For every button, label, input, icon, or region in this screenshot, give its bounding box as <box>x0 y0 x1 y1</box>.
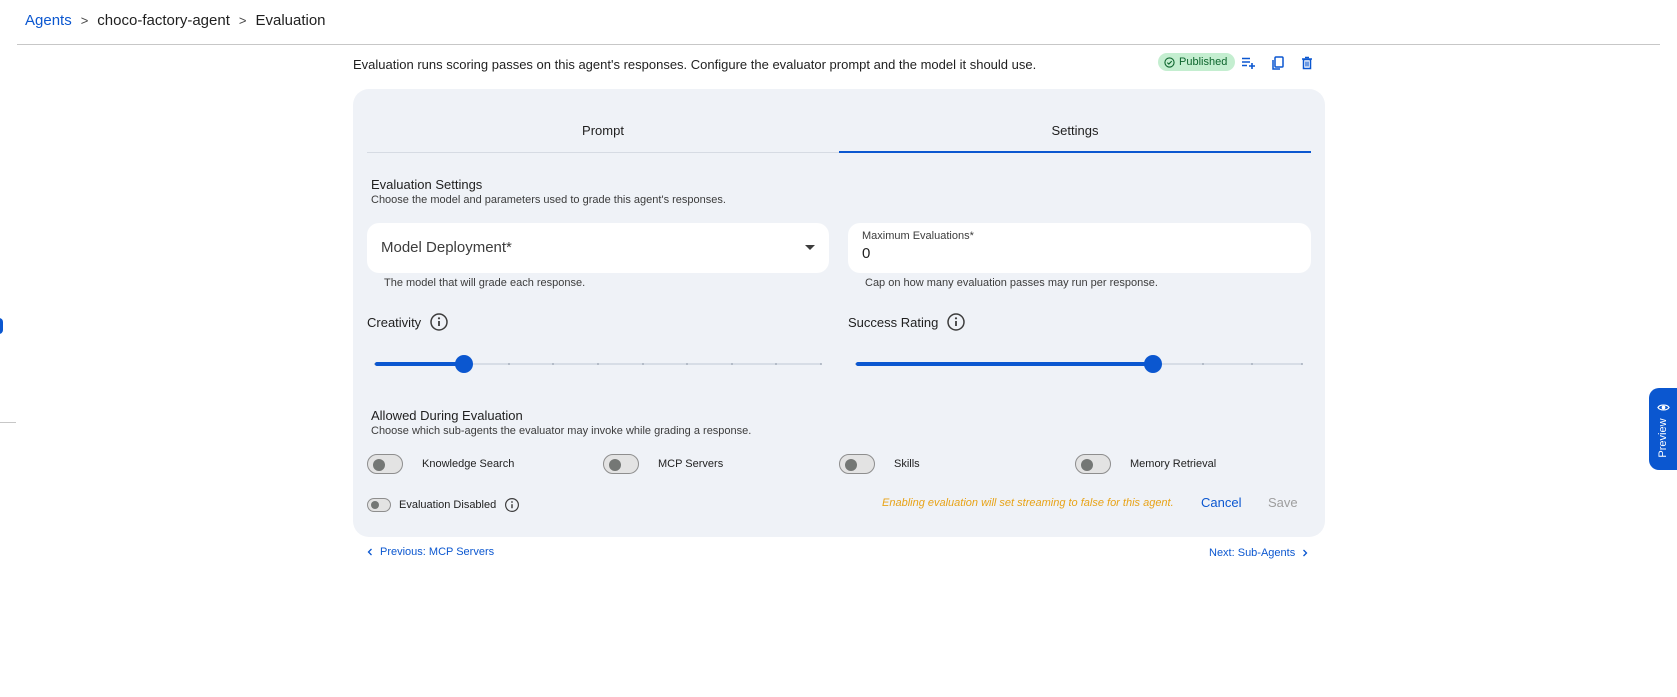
evaluation-page: Agents > choco-factory-agent > Evaluatio… <box>0 0 1677 697</box>
allowed-during-evaluation-subtitle: Choose which sub-agents the evaluator ma… <box>371 425 752 437</box>
toggle-evaluation-disabled[interactable]: Evaluation Disabled <box>367 497 520 513</box>
toggle-knob <box>609 459 621 471</box>
tab-settings[interactable]: Settings <box>839 109 1311 153</box>
evaluation-disabled-label: Evaluation Disabled <box>399 499 497 511</box>
slider-tick <box>1201 363 1204 365</box>
toggle-switch[interactable] <box>839 454 875 474</box>
slider-fill <box>375 362 465 366</box>
slider-tick <box>641 363 644 365</box>
model-deployment-select[interactable]: Model Deployment* <box>367 223 829 273</box>
creativity-label-text: Creativity <box>367 314 422 330</box>
slider-tick <box>597 363 599 365</box>
preview-label: Preview <box>1657 418 1669 458</box>
success-rating-label-text: Success Rating <box>848 314 939 330</box>
toggle-switch[interactable] <box>367 454 403 474</box>
eye-icon <box>1657 404 1670 411</box>
toggle-label: MCP Servers <box>658 458 724 470</box>
preview-panel-toggle[interactable]: Preview <box>1649 388 1677 470</box>
slider-thumb[interactable] <box>455 355 474 373</box>
page-header: Evaluation runs scoring passes on this a… <box>353 53 1325 77</box>
delete-icon[interactable] <box>1297 53 1317 73</box>
toggle-knob <box>373 459 385 471</box>
success-rating-slider[interactable] <box>855 354 1303 374</box>
playlist-add-icon[interactable] <box>1238 53 1258 73</box>
cancel-button[interactable]: Cancel <box>1201 495 1241 510</box>
evaluation-settings-subtitle: Choose the model and parameters used to … <box>371 194 726 206</box>
toggle-switch[interactable] <box>367 498 391 512</box>
toggle-switch[interactable] <box>1075 454 1111 474</box>
left-panel-divider <box>0 422 16 423</box>
toggle-memory-retrieval[interactable]: Memory Retrieval <box>1075 454 1216 474</box>
previous-step-link[interactable]: Previous: MCP Servers <box>366 546 494 558</box>
toggle-label: Knowledge Search <box>422 458 515 470</box>
model-deployment-label: Model Deployment* <box>381 239 512 256</box>
evaluation-card: Prompt Settings Evaluation Settings Choo… <box>353 89 1325 537</box>
slider-tick <box>507 363 510 365</box>
maximum-evaluations-field[interactable]: Maximum Evaluations* <box>848 223 1311 273</box>
breadcrumb-separator: > <box>80 13 89 28</box>
tab-label: Prompt <box>582 123 624 138</box>
next-step-link[interactable]: Next: Sub-Agents <box>1209 547 1309 559</box>
toggle-knob <box>845 459 857 471</box>
copy-icon[interactable] <box>1268 53 1288 73</box>
page-description: Evaluation runs scoring passes on this a… <box>353 57 1037 72</box>
toggle-switch[interactable] <box>603 454 639 474</box>
top-bar: Agents > choco-factory-agent > Evaluatio… <box>17 0 1660 45</box>
toggle-mcp-servers[interactable]: MCP Servers <box>603 454 723 474</box>
toggle-knob <box>371 501 379 509</box>
success-rating-label: Success Rating <box>848 312 966 332</box>
creativity-slider[interactable] <box>374 354 822 374</box>
toggle-knob <box>1081 459 1093 471</box>
toggle-label: Memory Retrieval <box>1130 458 1217 470</box>
chevron-left-icon <box>367 548 372 556</box>
breadcrumb: Agents > choco-factory-agent > Evaluatio… <box>25 12 326 29</box>
breadcrumb-agent-name[interactable]: choco-factory-agent <box>97 12 230 29</box>
breadcrumb-current: Evaluation <box>255 12 326 29</box>
previous-step-label: Previous: MCP Servers <box>380 546 495 558</box>
slider-thumb[interactable] <box>1144 355 1163 373</box>
allowed-during-evaluation-title: Allowed During Evaluation <box>371 408 523 423</box>
status-badge: Published <box>1158 53 1236 71</box>
info-icon[interactable] <box>504 497 520 513</box>
status-badge-label: Published <box>1179 56 1228 68</box>
toggle-knowledge-search[interactable]: Knowledge Search <box>367 454 514 474</box>
streaming-warning: Enabling evaluation will set streaming t… <box>882 497 1174 509</box>
toggle-label: Skills <box>894 458 920 470</box>
maximum-evaluations-label: Maximum Evaluations* <box>862 230 974 242</box>
tab-bar: Prompt Settings <box>367 109 1311 153</box>
dropdown-arrow-icon <box>805 245 815 250</box>
info-icon[interactable] <box>429 312 449 332</box>
next-step-label: Next: Sub-Agents <box>1209 547 1296 559</box>
evaluation-settings-title: Evaluation Settings <box>371 177 483 192</box>
slider-tick <box>820 363 822 365</box>
info-icon[interactable] <box>946 312 966 332</box>
slider-fill <box>856 362 1154 366</box>
chevron-right-icon <box>1303 549 1308 557</box>
model-deployment-helper: The model that will grade each response. <box>384 277 586 289</box>
breadcrumb-separator: > <box>238 13 247 28</box>
tab-label: Settings <box>1051 123 1099 138</box>
slider-tick <box>730 363 733 365</box>
creativity-label: Creativity <box>367 312 449 332</box>
check-circle-icon <box>1164 56 1175 68</box>
left-panel-handle[interactable] <box>0 318 3 334</box>
breadcrumb-agents-link[interactable]: Agents <box>25 12 72 29</box>
maximum-evaluations-helper: Cap on how many evaluation passes may ru… <box>865 277 1158 289</box>
toggle-skills[interactable]: Skills <box>839 454 920 474</box>
maximum-evaluations-input[interactable] <box>862 245 1262 262</box>
tab-prompt[interactable]: Prompt <box>367 109 839 152</box>
save-button[interactable]: Save <box>1268 495 1298 510</box>
slider-tick <box>1301 363 1303 365</box>
